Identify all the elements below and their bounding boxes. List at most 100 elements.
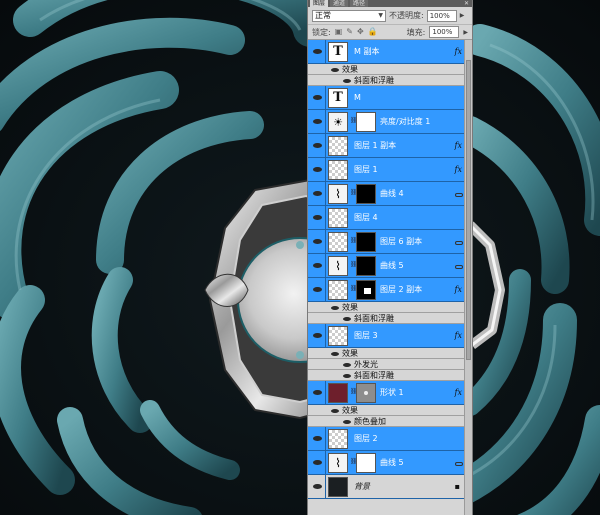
eye-icon[interactable]: [310, 278, 324, 301]
layer-row[interactable]: ⛓图层 2 副本fx▲: [308, 278, 472, 302]
eye-icon[interactable]: [310, 381, 324, 404]
curves-icon[interactable]: ⌇: [328, 256, 348, 276]
layer-row[interactable]: TM 副本fx▲: [308, 40, 472, 64]
effect-row[interactable]: 效果: [308, 405, 472, 416]
layer-name: 图层 1 副本: [354, 141, 397, 150]
eye-glyph: [312, 333, 322, 338]
curves-icon[interactable]: ⌇: [328, 453, 348, 473]
eye-icon[interactable]: [310, 40, 324, 63]
layer-row[interactable]: 图层 4: [308, 206, 472, 230]
effect-row[interactable]: 效果: [308, 64, 472, 75]
opacity-slider-arrow-icon[interactable]: ▶: [460, 12, 465, 19]
eye-glyph: [343, 373, 351, 378]
layer-mask-thumbnail[interactable]: [356, 184, 376, 204]
brightness-icon[interactable]: ☀: [328, 112, 348, 132]
close-icon[interactable]: ✕: [461, 0, 472, 7]
eye-icon[interactable]: [330, 302, 340, 313]
layer-mask-thumbnail[interactable]: [356, 256, 376, 276]
effect-row[interactable]: 效果: [308, 348, 472, 359]
effect-row[interactable]: 颜色叠加: [308, 416, 472, 427]
panel-tabs: 图层 通道 路径 ✕: [308, 0, 472, 7]
eye-icon[interactable]: [310, 324, 324, 347]
eye-icon[interactable]: [342, 416, 352, 427]
fill-slider-arrow-icon[interactable]: ▶: [463, 29, 468, 36]
eye-icon[interactable]: [330, 405, 340, 416]
fill-input[interactable]: 100%: [429, 26, 460, 38]
effect-row[interactable]: 斜面和浮雕: [308, 75, 472, 86]
layer-thumbnail[interactable]: [328, 160, 348, 180]
eye-icon[interactable]: [342, 313, 352, 324]
layer-row[interactable]: ⌇ ⛓ 曲线 5: [308, 254, 472, 278]
layer-thumbnail[interactable]: [328, 280, 348, 300]
fx-icon[interactable]: fx: [455, 141, 462, 150]
eye-icon[interactable]: [342, 370, 352, 381]
effect-row[interactable]: 外发光: [308, 359, 472, 370]
layer-row[interactable]: 图层 2: [308, 427, 472, 451]
eye-icon[interactable]: [310, 110, 324, 133]
background-thumbnail[interactable]: [328, 477, 348, 497]
layer-row[interactable]: 背景 ▪: [308, 475, 472, 499]
layer-mask-thumbnail[interactable]: [356, 232, 376, 252]
lock-transparent-icon[interactable]: ▣: [335, 27, 343, 37]
layer-row[interactable]: ⌇ ⛓ 曲线 5: [308, 451, 472, 475]
eye-icon[interactable]: [310, 451, 324, 474]
layer-name: 图层 1: [354, 165, 378, 174]
eye-icon[interactable]: [310, 475, 324, 498]
scrollbar-thumb[interactable]: [466, 60, 471, 360]
curves-icon[interactable]: ⌇: [328, 184, 348, 204]
eye-icon[interactable]: [310, 86, 324, 109]
eye-icon[interactable]: [330, 64, 340, 75]
layer-thumbnail[interactable]: [328, 429, 348, 449]
layer-thumbnail[interactable]: [328, 232, 348, 252]
fx-icon[interactable]: fx: [455, 165, 462, 174]
eye-icon[interactable]: [310, 206, 324, 229]
effect-row[interactable]: 斜面和浮雕: [308, 313, 472, 324]
layer-row[interactable]: ☀ ⛓ 亮度/对比度 1: [308, 110, 472, 134]
fx-icon[interactable]: fx: [455, 47, 462, 56]
eye-icon[interactable]: [310, 427, 324, 450]
layer-row[interactable]: ⛓形状 1fx▲: [308, 381, 472, 405]
eye-icon[interactable]: [310, 182, 324, 205]
opacity-input[interactable]: 100%: [426, 9, 457, 22]
layer-thumbnail[interactable]: [328, 136, 348, 156]
layer-thumbnail[interactable]: [328, 326, 348, 346]
layer-row[interactable]: 图层 1fx▼: [308, 158, 472, 182]
layer-mask-thumbnail[interactable]: [356, 383, 376, 403]
effect-row[interactable]: 效果: [308, 302, 472, 313]
layer-mask-thumbnail[interactable]: [356, 280, 376, 300]
eye-icon[interactable]: [310, 158, 324, 181]
layer-mask-thumbnail[interactable]: [356, 112, 376, 132]
eye-icon[interactable]: [310, 230, 324, 253]
effect-name: 颜色叠加: [354, 417, 386, 426]
effect-row[interactable]: 斜面和浮雕: [308, 370, 472, 381]
layer-row[interactable]: TM: [308, 86, 472, 110]
shape-layer-icon[interactable]: [328, 383, 348, 403]
tab-layers[interactable]: 图层: [310, 0, 329, 7]
lock-move-icon[interactable]: ✥: [357, 27, 364, 37]
fx-icon[interactable]: fx: [455, 331, 462, 340]
layer-thumbnail[interactable]: [328, 208, 348, 228]
eye-icon[interactable]: [330, 348, 340, 359]
layer-gutter: [325, 158, 326, 181]
layers-scrollbar[interactable]: [464, 40, 472, 515]
fx-icon[interactable]: fx: [455, 388, 462, 397]
mask-shape: [364, 288, 371, 294]
eye-icon[interactable]: [342, 359, 352, 370]
layer-row[interactable]: 图层 1 副本fx▼: [308, 134, 472, 158]
layer-row[interactable]: ⌇ ⛓ 曲线 4: [308, 182, 472, 206]
fx-icon[interactable]: fx: [455, 285, 462, 294]
tab-paths[interactable]: 路径: [350, 0, 369, 7]
text-layer-icon[interactable]: T: [328, 42, 348, 62]
blend-mode-select[interactable]: 正常 ▼: [312, 9, 386, 22]
layer-row[interactable]: ⛓ 图层 6 副本: [308, 230, 472, 254]
tab-channels[interactable]: 通道: [330, 0, 349, 7]
lock-icon[interactable]: 🔒: [368, 27, 378, 37]
eye-icon[interactable]: [310, 254, 324, 277]
layer-mask-thumbnail[interactable]: [356, 453, 376, 473]
eye-icon[interactable]: [342, 75, 352, 86]
lock-brush-icon[interactable]: ✎: [346, 27, 353, 37]
effect-name: 效果: [342, 303, 358, 312]
layer-row[interactable]: 图层 3fx▲: [308, 324, 472, 348]
text-layer-icon[interactable]: T: [328, 88, 348, 108]
eye-icon[interactable]: [310, 134, 324, 157]
